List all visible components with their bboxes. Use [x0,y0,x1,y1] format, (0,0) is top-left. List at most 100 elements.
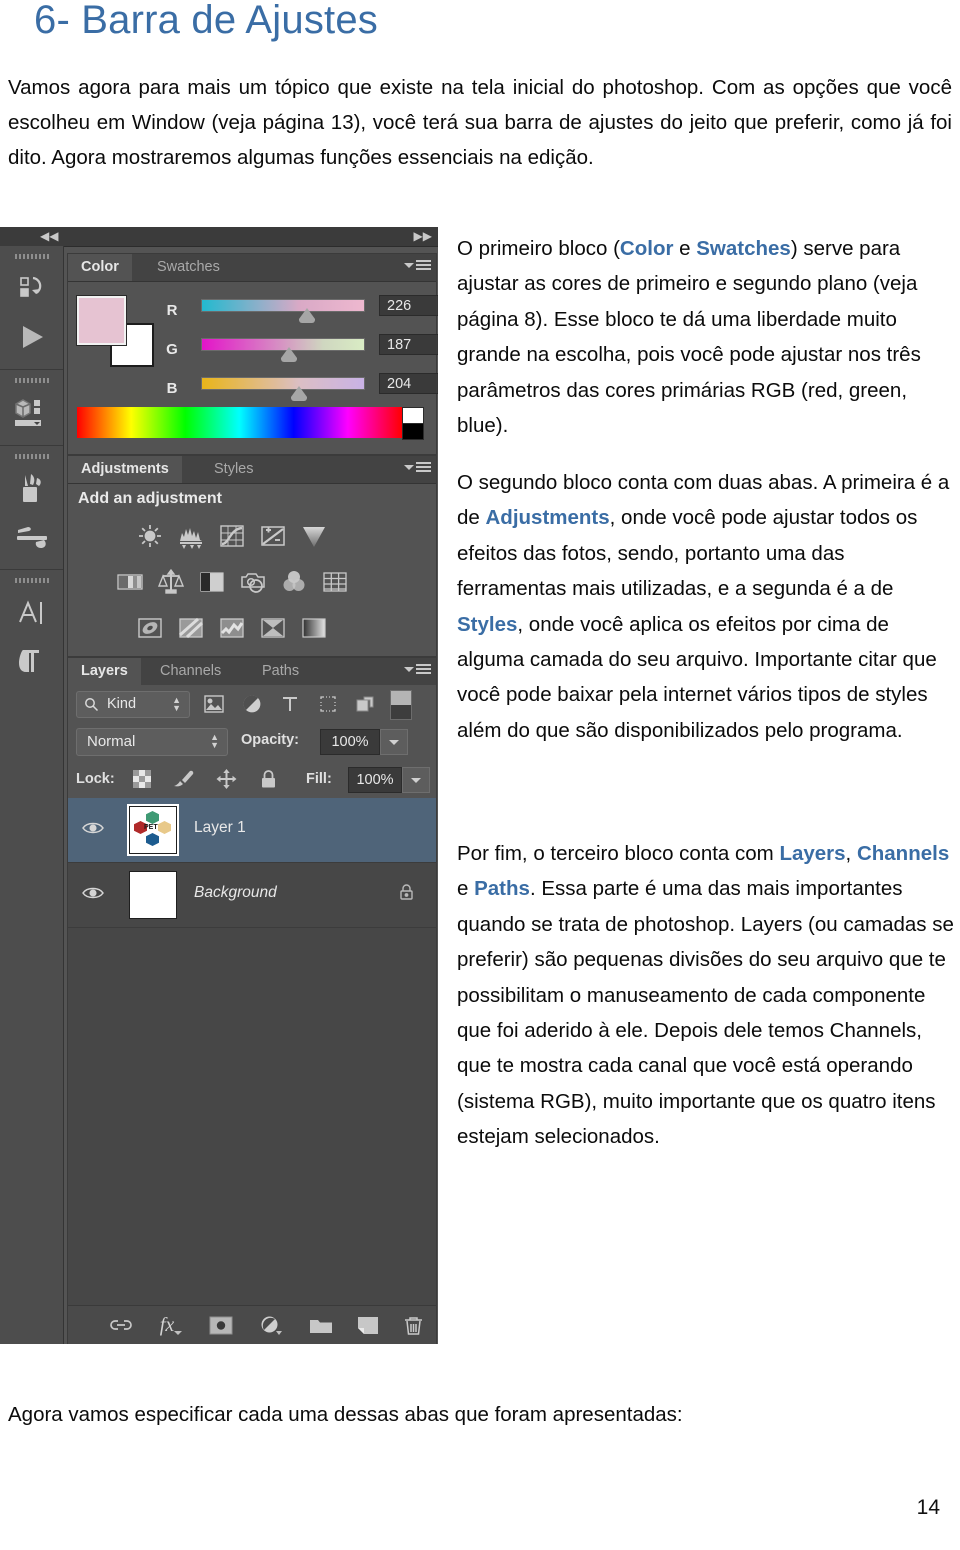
layer-thumbnail[interactable] [129,871,177,919]
new-layer-icon[interactable] [353,1312,383,1338]
keyword-styles: Styles [457,612,518,636]
collapse-left-icon[interactable]: ◀◀ [40,230,58,242]
layer-kind-selector[interactable]: Kind ▲ ▼ [76,691,190,718]
color-lookup-icon[interactable] [321,568,349,596]
3d-icon[interactable] [0,389,63,437]
type-layer-filter-icon[interactable] [278,693,301,715]
tab-channels[interactable]: Channels [147,658,234,685]
threshold-icon[interactable] [218,614,246,642]
history-icon[interactable] [0,265,63,313]
rail-grip[interactable] [14,378,49,383]
layer-name[interactable]: Layer 1 [194,819,246,837]
link-layers-icon[interactable] [106,1312,136,1338]
posterize-icon[interactable] [177,614,205,642]
text-run: e [673,237,697,260]
adjustment-icon-row-2 [116,568,349,596]
blend-spinner-icon[interactable]: ▲ ▼ [210,733,219,750]
panel-menu-icon[interactable] [404,664,431,675]
color-spectrum-ramp[interactable] [77,407,402,438]
slider-value-b[interactable]: 204 [379,373,438,394]
slider-track-r[interactable] [201,299,365,312]
table-row[interactable]: Background [68,863,436,928]
color-panel-tabbar: Color Swatches [68,254,436,282]
collapse-right-icon[interactable]: ▶▶ [414,230,432,242]
photo-filter-icon[interactable] [239,568,267,596]
slider-knob-r[interactable] [299,308,315,323]
tab-color[interactable]: Color [68,254,132,281]
lock-transparency-icon[interactable] [130,768,154,790]
black-swatch[interactable] [402,423,424,440]
lock-image-icon[interactable] [172,768,196,790]
tab-styles[interactable]: Styles [201,456,267,483]
kind-spinner-icon[interactable]: ▲ ▼ [172,696,181,713]
curves-icon[interactable] [218,522,246,550]
adjustment-layer-filter-icon[interactable] [240,693,263,715]
text-run: O primeiro bloco ( [457,237,620,260]
brush-presets-icon[interactable] [0,465,63,513]
lock-position-icon[interactable] [214,768,238,790]
rail-grip[interactable] [14,254,49,259]
opacity-value[interactable]: 100% [320,729,380,755]
slider-knob-g[interactable] [281,347,297,362]
character-icon[interactable] [0,589,63,637]
color-panel: Color Swatches R 226 G 187 B 204 [67,253,438,455]
opacity-dropdown-icon[interactable] [380,729,408,755]
layer-mask-icon[interactable] [206,1312,236,1338]
hue-saturation-icon[interactable] [116,568,144,596]
adjustment-icon-row-3 [136,614,328,642]
layer-visibility-icon[interactable] [82,885,104,903]
panel-menu-icon[interactable] [404,462,431,473]
vibrance-icon[interactable] [300,522,328,550]
black-white-icon[interactable] [198,568,226,596]
slider-value-r[interactable]: 226 [379,295,438,316]
layer-thumbnail[interactable]: PET [129,806,177,854]
channel-mixer-icon[interactable] [280,568,308,596]
panel-menu-icon[interactable] [404,260,431,271]
tab-adjustments[interactable]: Adjustments [68,456,182,483]
fill-value[interactable]: 100% [348,767,402,793]
paragraph-layers-block: Por fim, o terceiro bloco conta com Laye… [457,836,957,1155]
exposure-icon[interactable] [259,522,287,550]
layer-name[interactable]: Background [194,884,277,902]
gradient-map-icon[interactable] [300,614,328,642]
lock-all-icon[interactable] [256,768,280,790]
page-title: 6- Barra de Ajustes [34,0,378,42]
fill-dropdown-icon[interactable] [402,767,430,793]
document-page: 6- Barra de Ajustes Vamos agora para mai… [0,0,960,1550]
brightness-contrast-icon[interactable] [136,522,164,550]
rail-grip[interactable] [14,454,49,459]
layers-list: PET Layer 1 Background [68,798,436,1305]
shape-layer-filter-icon[interactable] [316,693,339,715]
selective-color-icon[interactable] [259,614,287,642]
rail-grip[interactable] [14,578,49,583]
delete-layer-icon[interactable] [398,1312,428,1338]
slider-label-b: B [166,380,178,397]
fill-label: Fill: [306,771,332,787]
levels-icon[interactable] [177,522,205,550]
keyword-paths: Paths [474,877,530,901]
paragraph-icon[interactable] [0,637,63,685]
actions-play-icon[interactable] [0,313,63,361]
adjustment-icon-row-1 [136,522,328,550]
panel-collapse-bar[interactable]: ◀◀ ▶▶ [0,227,438,247]
new-group-icon[interactable] [306,1312,336,1338]
slider-track-b[interactable] [201,377,365,390]
brush-settings-icon[interactable] [0,513,63,561]
layer-visibility-icon[interactable] [82,820,104,838]
slider-value-g[interactable]: 187 [379,334,438,355]
pixel-layer-filter-icon[interactable] [202,693,225,715]
invert-icon[interactable] [136,614,164,642]
foreground-color-swatch[interactable] [77,296,126,345]
filter-enable-toggle[interactable] [390,690,412,720]
layer-style-fx-icon[interactable]: fx [156,1312,186,1338]
table-row[interactable]: PET Layer 1 [68,798,436,863]
tab-swatches[interactable]: Swatches [144,254,233,281]
slider-knob-b[interactable] [291,386,307,401]
color-balance-icon[interactable] [157,568,185,596]
new-fill-adjustment-icon[interactable] [256,1312,286,1338]
tab-layers[interactable]: Layers [68,658,141,685]
slider-label-r: R [166,302,178,319]
blend-mode-selector[interactable]: Normal ▲ ▼ [76,728,228,756]
smart-object-filter-icon[interactable] [354,693,377,715]
tab-paths[interactable]: Paths [249,658,312,685]
